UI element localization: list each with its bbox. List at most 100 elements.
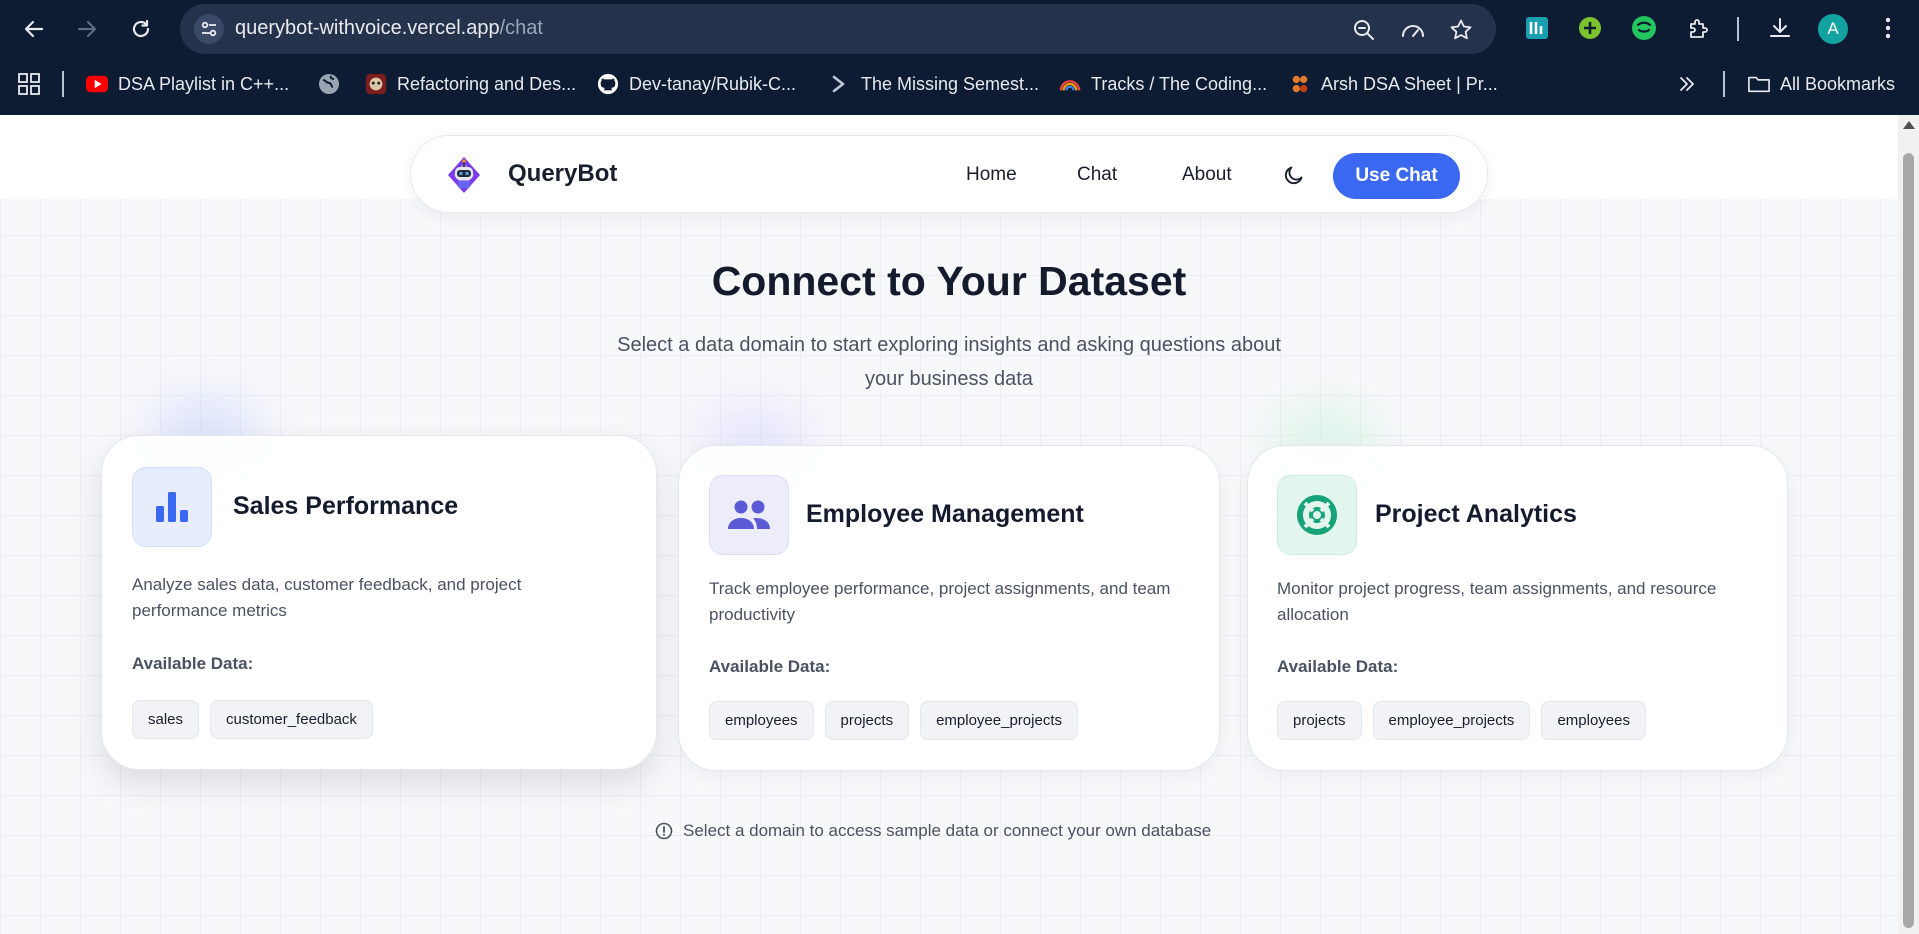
bar-chart-icon: [156, 492, 188, 522]
domain-card-project-analytics[interactable]: Project Analytics Monitor project progre…: [1247, 445, 1788, 771]
querybot-logo[interactable]: [443, 154, 485, 196]
data-table-chip[interactable]: customer_feedback: [210, 700, 373, 739]
extension-3[interactable]: [1630, 14, 1658, 42]
puzzle-icon: [1690, 19, 1708, 38]
domain-title: Project Analytics: [1375, 500, 1577, 528]
refactoring-icon: [365, 73, 387, 95]
back-button[interactable]: [17, 12, 51, 46]
folder-icon: [1748, 73, 1770, 95]
url-path: /chat: [499, 17, 543, 39]
nav-link-chat[interactable]: Chat: [1077, 164, 1117, 186]
profile-avatar[interactable]: A: [1818, 14, 1848, 44]
tune-icon: [201, 21, 217, 37]
zoom-out-icon: [1354, 20, 1374, 40]
extensions-menu-button[interactable]: [1685, 14, 1713, 42]
bookmark-label: DSA Playlist in C++...: [118, 73, 290, 94]
page-scrollbar[interactable]: [1898, 115, 1919, 934]
reload-button[interactable]: [124, 12, 158, 46]
reload-icon: [132, 19, 150, 38]
bookmark-label: Dev-tanay/Rubik-C...: [629, 73, 797, 94]
arrow-left-icon: [24, 20, 44, 38]
all-bookmarks-button[interactable]: All Bookmarks: [1748, 69, 1895, 99]
bookmark-missing-semester[interactable]: The Missing Semest...: [829, 69, 1039, 99]
toolbar-separator: [1737, 17, 1739, 41]
app-extension-icon: [1526, 17, 1548, 39]
data-table-chip[interactable]: projects: [1277, 701, 1362, 740]
data-table-chip[interactable]: projects: [824, 701, 910, 740]
url-host: querybot-withvoice.vercel.app: [235, 17, 500, 39]
people-icon: [728, 500, 770, 529]
forward-button[interactable]: [70, 12, 104, 46]
footer-note-text: Select a domain to access sample data or…: [683, 821, 1212, 840]
browser-chrome: querybot-withvoice.vercel.app/chat A DSA…: [0, 0, 1919, 115]
info-icon: [655, 822, 673, 840]
nav-link-about[interactable]: About: [1182, 164, 1232, 186]
download-icon: [1770, 18, 1790, 37]
bookmark-globe[interactable]: [318, 69, 340, 99]
data-table-chips: sales customer_feedback: [132, 700, 373, 739]
apps-button[interactable]: [18, 69, 40, 99]
plus-circle-icon: [1579, 17, 1601, 39]
available-data-label: Available Data:: [132, 654, 254, 673]
scrollbar-thumb[interactable]: [1903, 153, 1914, 928]
data-table-chips: employees projects employee_projects: [709, 701, 1078, 740]
star-icon: [1450, 19, 1472, 40]
browser-menu-button[interactable]: [1874, 14, 1902, 42]
robot-logo-icon: [448, 157, 480, 193]
bookmark-github[interactable]: Dev-tanay/Rubik-C...: [597, 69, 796, 99]
bookmark-arsh-dsa[interactable]: Arsh DSA Sheet | Pr...: [1289, 69, 1498, 99]
data-table-chips: projects employee_projects employees: [1277, 701, 1646, 740]
page-content: QueryBot Home Chat About Use Chat Connec…: [0, 115, 1898, 934]
use-chat-button[interactable]: Use Chat: [1333, 153, 1460, 199]
brand-name[interactable]: QueryBot: [508, 160, 617, 188]
rainbow-icon: [1059, 73, 1081, 95]
performance-button[interactable]: [1399, 16, 1427, 44]
scroll-up-arrow-icon[interactable]: [1903, 121, 1915, 129]
more-vertical-icon: [1885, 17, 1891, 39]
data-table-chip[interactable]: employees: [709, 701, 814, 740]
zoom-button[interactable]: [1350, 16, 1378, 44]
bookmark-label: Refactoring and Des...: [397, 73, 577, 94]
page-subtitle: Select a data domain to start exploring …: [617, 334, 1281, 390]
address-bar[interactable]: querybot-withvoice.vercel.app/chat: [180, 4, 1496, 54]
speedometer-icon: [1402, 25, 1424, 37]
nav-link-home[interactable]: Home: [966, 164, 1017, 186]
footer-note: Select a domain to access sample data or…: [655, 821, 1211, 841]
domain-card-employee-management[interactable]: Employee Management Track employee perfo…: [678, 445, 1220, 771]
available-data-label: Available Data:: [1277, 657, 1399, 676]
domain-description: Track employee performance, project assi…: [709, 579, 1171, 624]
domain-icon-box: [1277, 475, 1357, 555]
domain-title: Employee Management: [806, 500, 1084, 528]
bookmarks-separator: [1723, 71, 1725, 97]
youtube-icon: [86, 73, 108, 95]
bookmarks-separator: [62, 71, 64, 97]
extension-1[interactable]: [1523, 14, 1551, 42]
bookmark-dsa-playlist[interactable]: DSA Playlist in C++...: [86, 69, 289, 99]
double-chevron-right-icon: [1680, 77, 1694, 91]
domain-title: Sales Performance: [233, 492, 459, 520]
more-bookmarks-button[interactable]: [1678, 69, 1696, 99]
bookmark-label: The Missing Semest...: [861, 73, 1040, 94]
domain-description: Analyze sales data, customer feedback, a…: [132, 575, 522, 620]
domain-icon-box: [709, 475, 789, 555]
domain-icon-box: [132, 467, 212, 547]
data-table-chip[interactable]: employee_projects: [920, 701, 1078, 740]
github-icon: [597, 73, 619, 95]
theme-toggle-button[interactable]: [1281, 162, 1307, 188]
apps-grid-icon: [18, 73, 40, 95]
url-text: querybot-withvoice.vercel.app/chat: [235, 17, 543, 40]
domain-card-sales-performance[interactable]: Sales Performance Analyze sales data, cu…: [101, 435, 657, 770]
data-table-chip[interactable]: sales: [132, 700, 200, 739]
extension-2[interactable]: [1576, 14, 1604, 42]
arsh-icon: [1289, 73, 1311, 95]
data-table-chip[interactable]: employees: [1541, 701, 1646, 740]
bookmark-refactoring[interactable]: Refactoring and Des...: [365, 69, 576, 99]
moon-icon: [1284, 166, 1303, 185]
site-info-button[interactable]: [194, 14, 224, 44]
data-table-chip[interactable]: employee_projects: [1372, 701, 1531, 740]
bookmark-label: Tracks / The Coding...: [1091, 73, 1268, 94]
bookmark-star-button[interactable]: [1447, 16, 1475, 44]
bookmark-tracks[interactable]: Tracks / The Coding...: [1059, 69, 1267, 99]
domain-description: Monitor project progress, team assignmen…: [1277, 579, 1717, 624]
downloads-button[interactable]: [1766, 14, 1794, 42]
